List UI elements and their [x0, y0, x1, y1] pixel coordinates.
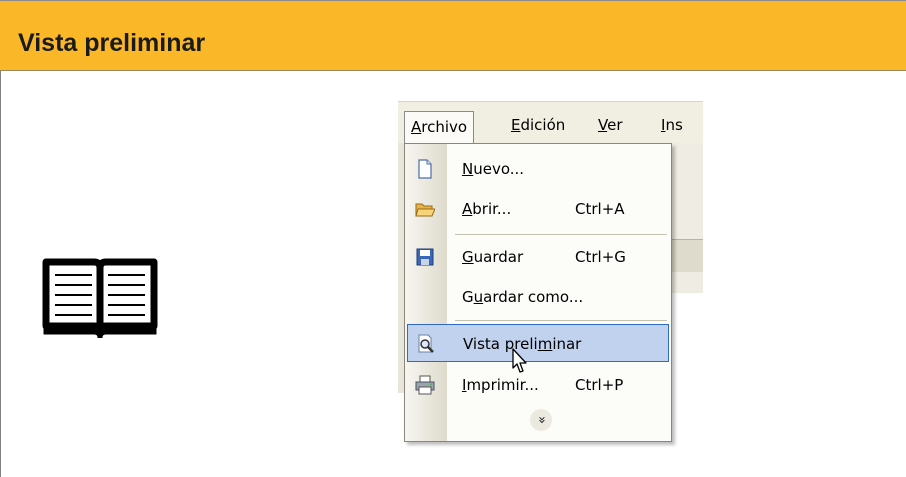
- left-divider: [0, 71, 1, 477]
- menu-item-imprimir[interactable]: Imprimir... Ctrl+P: [405, 366, 671, 404]
- menu-item-abrir[interactable]: Abrir... Ctrl+A: [405, 190, 671, 228]
- expand-menu-chevron-icon[interactable]: »: [530, 409, 552, 431]
- menubar-item-archivo[interactable]: Archivo: [404, 111, 475, 145]
- menu-separator: [455, 320, 667, 321]
- menu-item-vista-preliminar[interactable]: Vista preliminar: [407, 324, 669, 362]
- menu-bar: Archivo Edición Ver Ins: [398, 101, 703, 145]
- menu-separator: [455, 234, 667, 235]
- menu-item-nuevo[interactable]: Nuevo...: [405, 150, 671, 188]
- mouse-pointer-icon: [512, 348, 527, 373]
- printer-icon: [415, 375, 435, 395]
- save-disk-icon: [416, 248, 434, 266]
- open-folder-icon: [415, 203, 435, 217]
- menubar-item-ver[interactable]: Ver: [598, 114, 623, 136]
- header-bar: Vista preliminar: [0, 0, 906, 71]
- menubar-item-edicion[interactable]: Edición: [511, 114, 565, 136]
- menu-item-guardar-como[interactable]: Guardar como...: [405, 278, 671, 316]
- open-book-icon: [42, 258, 158, 339]
- print-preview-icon: [418, 334, 434, 353]
- menu-item-guardar[interactable]: Guardar Ctrl+G: [405, 238, 671, 276]
- menu-screenshot: Archivo Edición Ver Ins Nuevo... Abrir..…: [398, 101, 703, 447]
- background-toolbar-row: [669, 239, 703, 272]
- menubar-item-insertar[interactable]: Ins: [661, 114, 683, 136]
- new-document-icon: [418, 159, 432, 179]
- page-title: Vista preliminar: [18, 29, 206, 57]
- archivo-dropdown-menu: Nuevo... Abrir... Ctrl+A Guardar Ctrl+G …: [404, 143, 672, 442]
